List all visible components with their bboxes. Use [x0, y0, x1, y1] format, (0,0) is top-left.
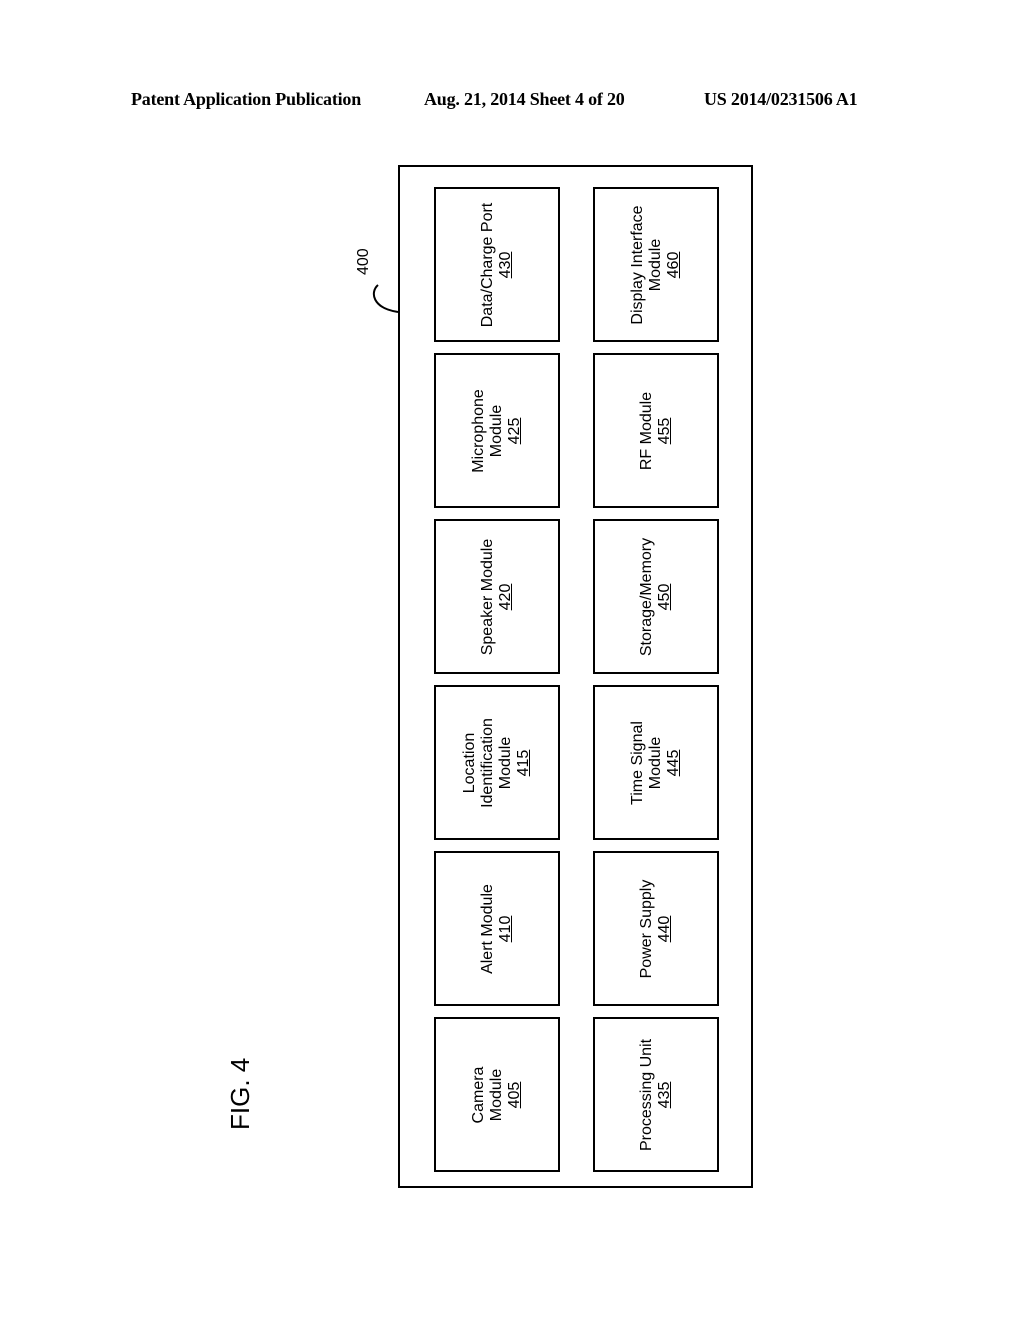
module-label: Data/Charge Port 430 — [479, 202, 515, 327]
module-box-430: Data/Charge Port 430 — [434, 187, 560, 342]
module-box-420: Speaker Module 420 — [434, 519, 560, 674]
module-label: Processing Unit 435 — [638, 1038, 674, 1150]
module-number: 415 — [515, 749, 532, 776]
module-number: 435 — [656, 1081, 673, 1108]
module-number: 450 — [656, 583, 673, 610]
module-number: 455 — [656, 417, 673, 444]
module-box-410: Alert Module 410 — [434, 851, 560, 1006]
header-date-sheet: Aug. 21, 2014 Sheet 4 of 20 — [424, 89, 625, 109]
module-label: Location Identification Module 415 — [461, 718, 533, 808]
module-box-445: Time Signal Module 445 — [593, 685, 719, 840]
module-name-line: Module — [488, 404, 505, 457]
module-name-line: Module — [497, 736, 514, 789]
module-name-line: Storage/Memory — [638, 537, 655, 656]
module-number: 445 — [665, 749, 682, 776]
module-label: Storage/Memory 450 — [638, 537, 674, 655]
module-name-line: Display Interface — [629, 204, 646, 325]
module-number: 440 — [656, 915, 673, 942]
module-name-line: Location — [461, 732, 478, 793]
module-name-line: Time Signal — [629, 720, 646, 805]
module-name-line: Module — [488, 1068, 505, 1121]
module-box-435: Processing Unit 435 — [593, 1017, 719, 1172]
module-box-440: Power Supply 440 — [593, 851, 719, 1006]
module-label: Power Supply 440 — [638, 879, 674, 978]
module-name-line: Power Supply — [638, 879, 655, 978]
module-name-line: Processing Unit — [638, 1038, 655, 1151]
module-number: 410 — [497, 915, 514, 942]
module-name-line: Camera — [470, 1066, 487, 1123]
module-name-line: RF Module — [638, 391, 655, 470]
module-label: Alert Module 410 — [479, 884, 515, 974]
module-number: 420 — [497, 583, 514, 610]
figure-label: FIG. 4 — [225, 1057, 255, 1130]
module-label: Speaker Module 420 — [479, 538, 515, 655]
module-label: RF Module 455 — [638, 391, 674, 469]
module-name-line: Speaker Module — [479, 538, 496, 655]
module-box-455: RF Module 455 — [593, 353, 719, 508]
module-box-460: Display Interface Module 460 — [593, 187, 719, 342]
module-box-450: Storage/Memory 450 — [593, 519, 719, 674]
module-name-line: Microphone — [470, 388, 487, 473]
module-number: 430 — [497, 251, 514, 278]
reference-400: 400 — [355, 248, 372, 275]
module-number: 425 — [506, 417, 523, 444]
header-patent-number: US 2014/0231506 A1 — [704, 89, 858, 109]
module-label: Display Interface Module 460 — [629, 205, 683, 324]
module-number: 405 — [506, 1081, 523, 1108]
module-name-line: Module — [647, 238, 664, 291]
module-label: Camera Module 405 — [470, 1066, 524, 1123]
module-label: Time Signal Module 445 — [629, 721, 683, 805]
module-label: Microphone Module 425 — [470, 389, 524, 473]
module-number: 460 — [665, 251, 682, 278]
module-box-415: Location Identification Module 415 — [434, 685, 560, 840]
module-box-425: Microphone Module 425 — [434, 353, 560, 508]
header-publication: Patent Application Publication — [131, 89, 362, 109]
module-name-line: Data/Charge Port — [479, 202, 496, 327]
module-name-line: Module — [647, 736, 664, 789]
module-name-line: Alert Module — [479, 883, 496, 974]
module-name-line: Identification — [479, 717, 496, 808]
module-box-405: Camera Module 405 — [434, 1017, 560, 1172]
